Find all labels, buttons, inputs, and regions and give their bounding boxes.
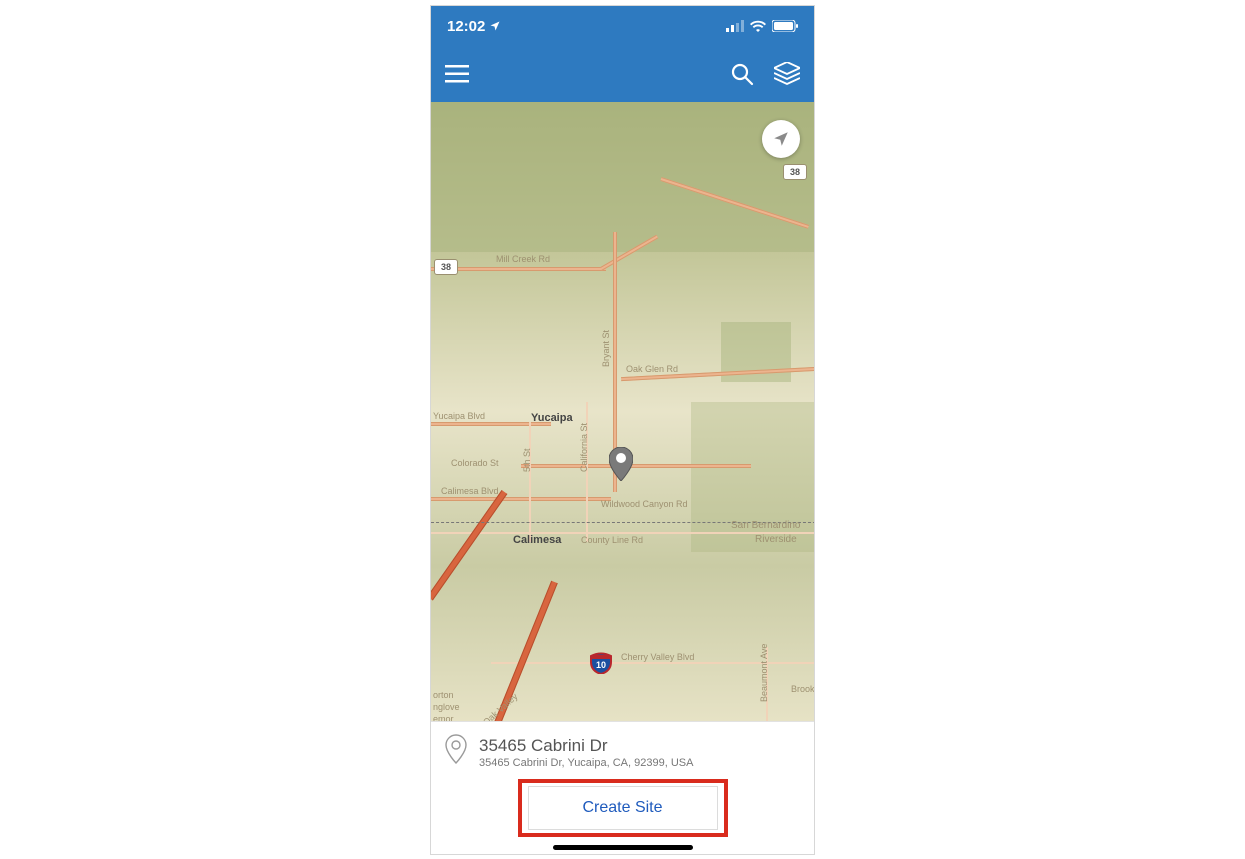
- label-fifth: 5th St: [522, 448, 532, 472]
- hamburger-icon: [445, 65, 469, 83]
- label-brook: Brook: [791, 684, 814, 694]
- status-bar: 12:02: [431, 6, 814, 46]
- status-left: 12:02: [447, 18, 501, 35]
- label-cherry-valley: Cherry Valley Blvd: [621, 652, 694, 662]
- wifi-icon: [750, 20, 766, 32]
- search-button[interactable]: [730, 62, 754, 86]
- layers-icon: [774, 62, 800, 86]
- label-emor: emor: [433, 714, 454, 721]
- battery-icon: [772, 20, 798, 32]
- region-riverside: Riverside: [755, 534, 797, 545]
- label-beaumont: Beaumont Ave: [759, 644, 769, 702]
- menu-button[interactable]: [445, 65, 469, 83]
- location-card: 35465 Cabrini Dr 35465 Cabrini Dr, Yucai…: [431, 721, 814, 854]
- phone-frame: 12:02: [430, 5, 815, 855]
- create-site-button[interactable]: Create Site: [528, 786, 718, 830]
- svg-text:10: 10: [596, 660, 606, 670]
- route-shield-38b: 38: [783, 164, 807, 180]
- label-county-line: County Line Rd: [581, 535, 643, 545]
- city-yucaipa: Yucaipa: [531, 412, 573, 424]
- pin-outline-icon: [445, 734, 467, 764]
- map-canvas[interactable]: 38 38 10 Mill Creek Rd Oak Glen Rd Bryan…: [431, 102, 814, 721]
- label-colorado: Colorado St: [451, 458, 499, 468]
- search-icon: [730, 62, 754, 86]
- label-oak-glen: Oak Glen Rd: [626, 364, 678, 374]
- status-right: [726, 20, 798, 32]
- label-bryant: Bryant St: [601, 330, 611, 367]
- location-arrow-icon: [772, 130, 790, 148]
- label-wildwood: Wildwood Canyon Rd: [601, 499, 688, 509]
- region-san-bernardino: San Bernardino: [731, 520, 801, 531]
- route-shield-38a: 38: [434, 259, 458, 275]
- label-mill-creek: Mill Creek Rd: [496, 254, 550, 264]
- cellular-icon: [726, 20, 744, 32]
- map-pin-icon[interactable]: [609, 447, 633, 481]
- status-time: 12:02: [447, 18, 485, 35]
- label-california: California St: [579, 423, 589, 472]
- location-services-icon: [489, 20, 501, 32]
- locate-me-button[interactable]: [762, 120, 800, 158]
- home-indicator[interactable]: [553, 845, 693, 850]
- label-orton: orton: [433, 690, 454, 700]
- label-nglove: nglove: [433, 702, 460, 712]
- city-calimesa: Calimesa: [513, 534, 561, 546]
- layers-button[interactable]: [774, 62, 800, 86]
- nav-bar: [431, 46, 814, 102]
- label-yucaipa-blvd: Yucaipa Blvd: [433, 411, 485, 421]
- card-title: 35465 Cabrini Dr: [479, 736, 693, 756]
- card-subtitle: 35465 Cabrini Dr, Yucaipa, CA, 92399, US…: [479, 756, 693, 770]
- label-calimesa-blvd: Calimesa Blvd: [441, 486, 499, 496]
- interstate-shield: 10: [590, 652, 612, 674]
